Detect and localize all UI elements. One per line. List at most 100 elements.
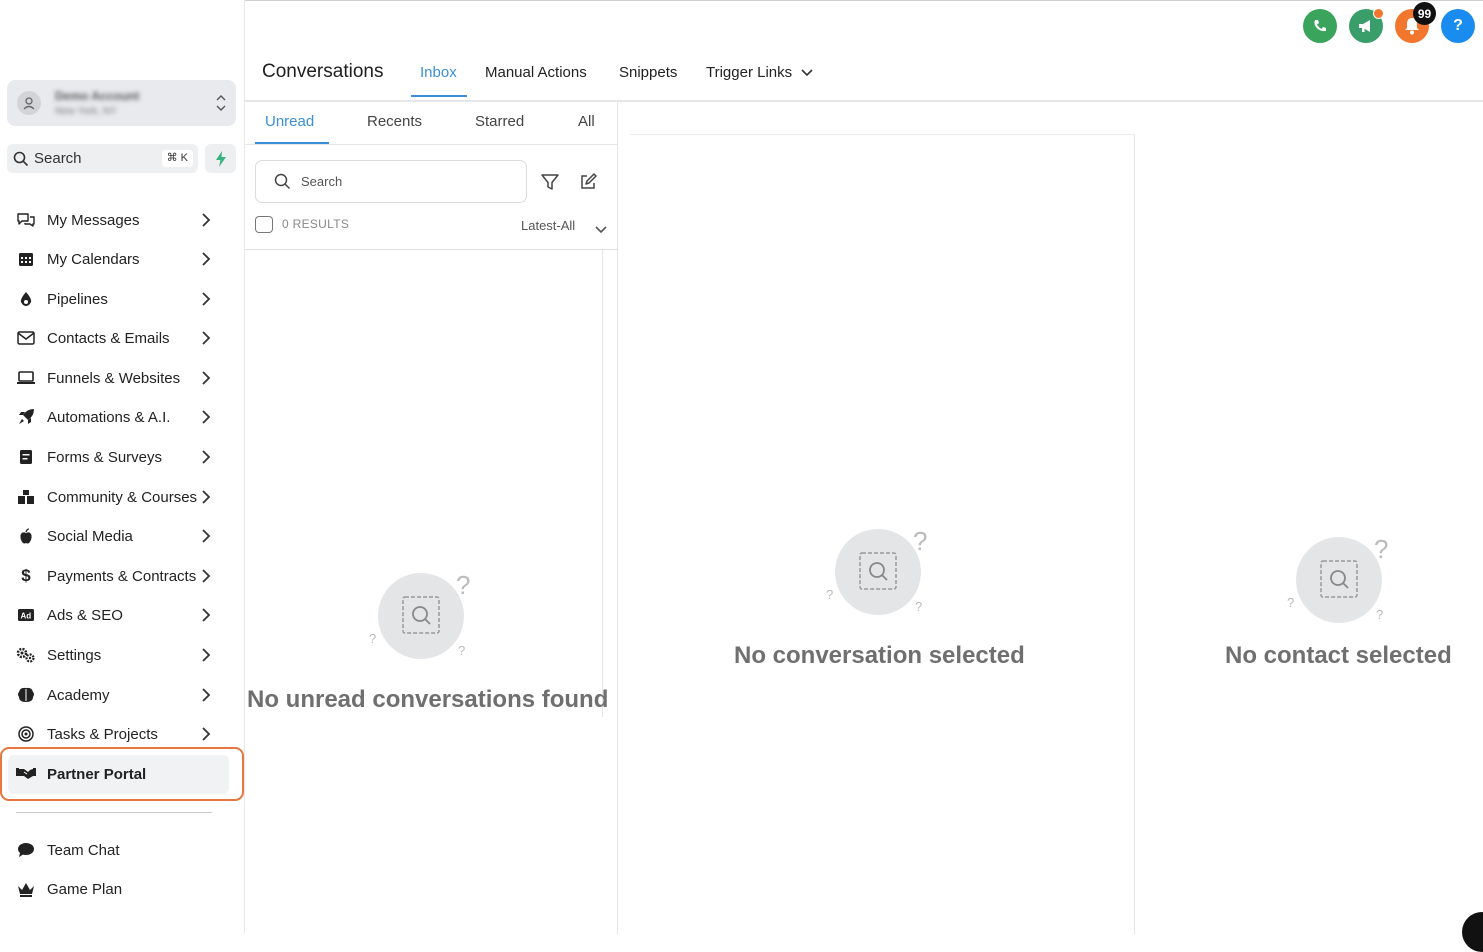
sidebar-item-academy[interactable]: Academy bbox=[16, 680, 216, 710]
sidebar-item-label: Pipelines bbox=[47, 290, 108, 308]
sidebar-item-label: Settings bbox=[47, 646, 102, 664]
tab-all[interactable]: All bbox=[578, 113, 595, 130]
sidebar-search[interactable]: Search ⌘ K bbox=[7, 144, 198, 173]
tab-snippets[interactable]: Snippets bbox=[619, 64, 677, 81]
swap-chevrons-icon bbox=[216, 92, 226, 116]
sidebar-item-tasks-projects[interactable]: Tasks & Projects bbox=[16, 719, 216, 749]
handshake-icon bbox=[16, 764, 36, 784]
sidebar-item-contacts-emails[interactable]: Contacts & Emails bbox=[16, 323, 216, 353]
sidebar-item-label: Tasks & Projects bbox=[47, 725, 158, 743]
chat-bubbles-icon bbox=[16, 210, 36, 230]
sidebar-item-payments-contracts[interactable]: $ Payments & Contracts bbox=[16, 561, 216, 591]
account-info: Demo Account New York, NY bbox=[55, 89, 139, 117]
sidebar-item-label: Social Media bbox=[47, 527, 133, 545]
svg-text:?: ? bbox=[456, 570, 470, 600]
select-all-checkbox[interactable] bbox=[255, 216, 273, 233]
svg-text:?: ? bbox=[913, 526, 927, 556]
sidebar-item-label: Community & Courses bbox=[47, 488, 198, 506]
sidebar-item-label: My Calendars bbox=[47, 250, 140, 268]
svg-text:Ad: Ad bbox=[21, 612, 32, 621]
chevron-right-icon[interactable] bbox=[200, 568, 212, 584]
sidebar-item-funnels-websites[interactable]: Funnels & Websites bbox=[16, 363, 216, 393]
svg-text:?: ? bbox=[915, 599, 922, 614]
ad-icon: Ad bbox=[16, 605, 36, 625]
sidebar-item-game-plan[interactable]: Game Plan bbox=[16, 874, 216, 904]
search-icon bbox=[274, 173, 291, 190]
svg-text:?: ? bbox=[1376, 607, 1383, 622]
tab-starred[interactable]: Starred bbox=[475, 113, 524, 130]
empty-conversation-message: No conversation selected bbox=[734, 642, 1025, 669]
empty-search-illustration-icon: ? ? ? bbox=[823, 524, 933, 624]
svg-text:?: ? bbox=[826, 587, 833, 602]
svg-text:?: ? bbox=[369, 631, 376, 646]
sidebar-item-my-messages[interactable]: My Messages bbox=[16, 205, 216, 235]
help-icon: ? bbox=[1453, 17, 1463, 34]
chevron-right-icon[interactable] bbox=[200, 251, 212, 267]
sidebar-item-label: Funnels & Websites bbox=[47, 369, 181, 387]
page-title: Conversations bbox=[262, 61, 384, 82]
chevron-right-icon[interactable] bbox=[200, 687, 212, 703]
empty-search-illustration-icon: ? ? ? bbox=[1284, 532, 1394, 632]
sidebar-item-label: Forms & Surveys bbox=[47, 448, 163, 466]
sidebar-item-team-chat[interactable]: Team Chat bbox=[16, 835, 216, 865]
sidebar-item-community-courses[interactable]: Community & Courses bbox=[16, 482, 216, 512]
results-count: 0 RESULTS bbox=[282, 217, 350, 231]
svg-text:?: ? bbox=[458, 643, 465, 658]
sidebar-item-label: Ads & SEO bbox=[47, 606, 123, 624]
speech-bubble-icon bbox=[16, 840, 36, 860]
chevron-right-icon[interactable] bbox=[200, 726, 212, 742]
tab-unread[interactable]: Unread bbox=[265, 113, 314, 130]
account-switcher[interactable]: Demo Account New York, NY bbox=[7, 80, 236, 126]
sidebar-item-automations-a-i[interactable]: Automations & A.I. bbox=[16, 402, 216, 432]
tab-recents[interactable]: Recents bbox=[367, 113, 422, 130]
chevron-right-icon[interactable] bbox=[200, 370, 212, 386]
chevron-down-icon[interactable] bbox=[595, 221, 607, 239]
chevron-right-icon[interactable] bbox=[200, 409, 212, 425]
filter-icon[interactable] bbox=[540, 172, 560, 197]
chat-widget-launcher[interactable] bbox=[1462, 912, 1483, 952]
chevron-right-icon[interactable] bbox=[200, 528, 212, 544]
sidebar-item-social-media[interactable]: Social Media bbox=[16, 521, 216, 551]
chevron-right-icon[interactable] bbox=[200, 489, 212, 505]
compose-icon[interactable] bbox=[578, 172, 598, 197]
chevron-right-icon[interactable] bbox=[200, 607, 212, 623]
sidebar-item-pipelines[interactable]: Pipelines bbox=[16, 284, 216, 314]
sidebar-item-forms-surveys[interactable]: Forms & Surveys bbox=[16, 442, 216, 472]
phone-button[interactable] bbox=[1303, 9, 1337, 43]
chevron-down-icon bbox=[801, 68, 813, 76]
search-icon bbox=[13, 151, 29, 166]
tab-manual-actions[interactable]: Manual Actions bbox=[485, 64, 587, 81]
chevron-right-icon[interactable] bbox=[200, 449, 212, 465]
sidebar-item-label: Academy bbox=[47, 686, 110, 704]
sidebar-item-partner-portal[interactable]: Partner Portal bbox=[16, 759, 216, 789]
tab-inbox[interactable]: Inbox bbox=[420, 64, 457, 81]
brain-icon bbox=[16, 685, 36, 705]
sidebar-item-my-calendars[interactable]: My Calendars bbox=[16, 244, 216, 274]
chevron-right-icon[interactable] bbox=[200, 291, 212, 307]
tab-trigger-links[interactable]: Trigger Links bbox=[706, 64, 813, 81]
megaphone-icon bbox=[1359, 20, 1370, 32]
chevron-right-icon[interactable] bbox=[200, 330, 212, 346]
sort-dropdown[interactable]: Latest-All bbox=[521, 218, 575, 233]
crown-icon bbox=[16, 879, 36, 899]
sidebar-item-label: Team Chat bbox=[47, 841, 120, 859]
sidebar-item-ads-seo[interactable]: Ad Ads & SEO bbox=[16, 600, 216, 630]
account-name: Demo Account bbox=[55, 89, 140, 103]
help-button[interactable]: ? bbox=[1441, 9, 1475, 43]
sidebar-item-label: Payments & Contracts bbox=[47, 567, 197, 585]
empty-contact-message: No contact selected bbox=[1225, 642, 1452, 669]
sidebar-item-settings[interactable]: Settings bbox=[16, 640, 216, 670]
lightning-icon bbox=[215, 150, 226, 167]
apple-icon bbox=[16, 526, 36, 546]
conversation-search-input[interactable]: Search bbox=[255, 160, 527, 203]
subtab-divider bbox=[245, 144, 618, 145]
rocket-icon bbox=[16, 407, 36, 427]
chevron-right-icon[interactable] bbox=[200, 212, 212, 228]
sidebar-item-label: Contacts & Emails bbox=[47, 329, 170, 347]
quick-actions-button[interactable] bbox=[205, 144, 236, 173]
sidebar: Demo Account New York, NY Search ⌘ K My … bbox=[0, 0, 245, 934]
blocks-icon bbox=[16, 487, 36, 507]
svg-text:?: ? bbox=[1374, 534, 1388, 564]
chevron-right-icon[interactable] bbox=[200, 647, 212, 663]
form-icon bbox=[16, 447, 36, 467]
